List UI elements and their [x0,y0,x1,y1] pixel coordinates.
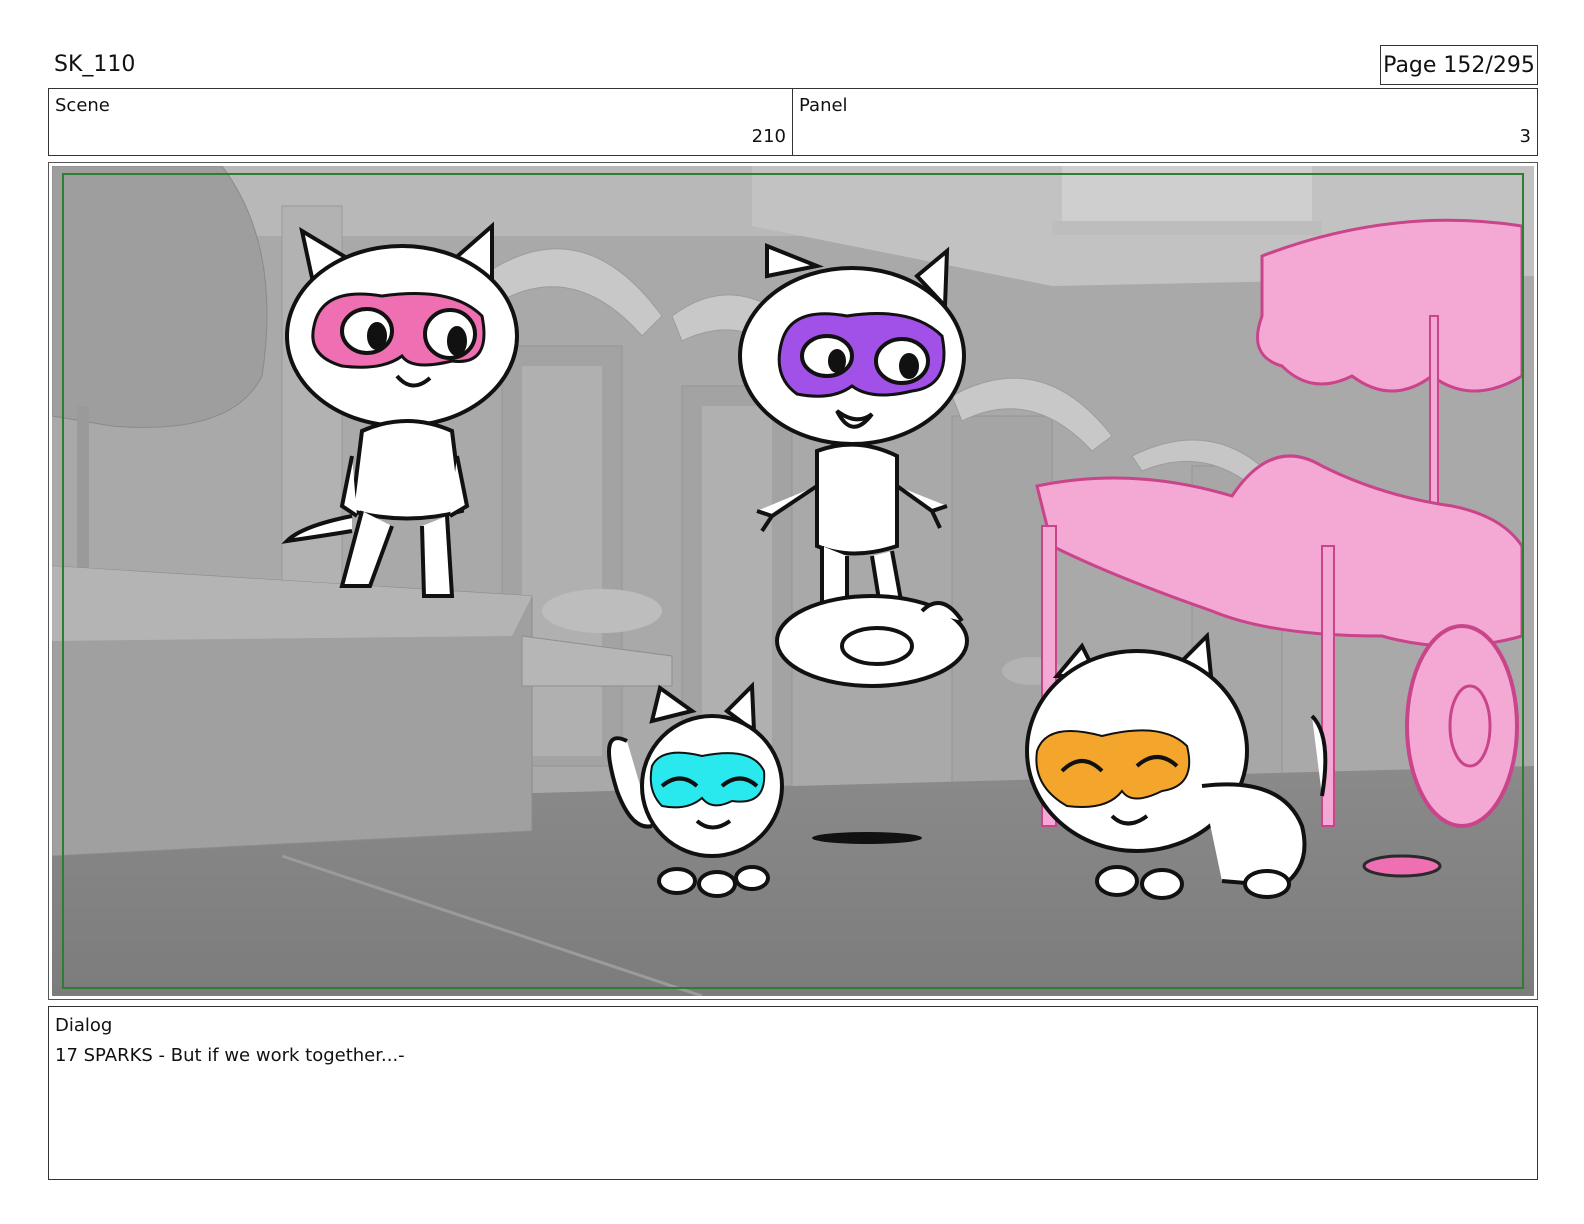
dialog-label: Dialog [55,1015,113,1036]
scene-cell: Scene 210 [49,89,793,155]
shadow [812,832,922,844]
page-number: Page 152/295 [1380,45,1538,85]
dialog-box: Dialog 17 SPARKS - But if we work togeth… [48,1006,1538,1180]
dialog-text: 17 SPARKS - But if we work together...- [55,1045,405,1066]
panel-number: 3 [1519,126,1531,147]
scene-illustration [52,166,1534,996]
storyboard-frame [48,162,1538,1000]
scene-label: Scene [55,95,110,116]
scene-number: 210 [751,126,786,147]
panel-label: Panel [799,95,848,116]
scene-panel-info: Scene 210 Panel 3 [48,88,1538,156]
panel-cell: Panel 3 [793,89,1537,155]
storyboard-image [52,166,1534,996]
project-title: SK_110 [54,52,136,77]
